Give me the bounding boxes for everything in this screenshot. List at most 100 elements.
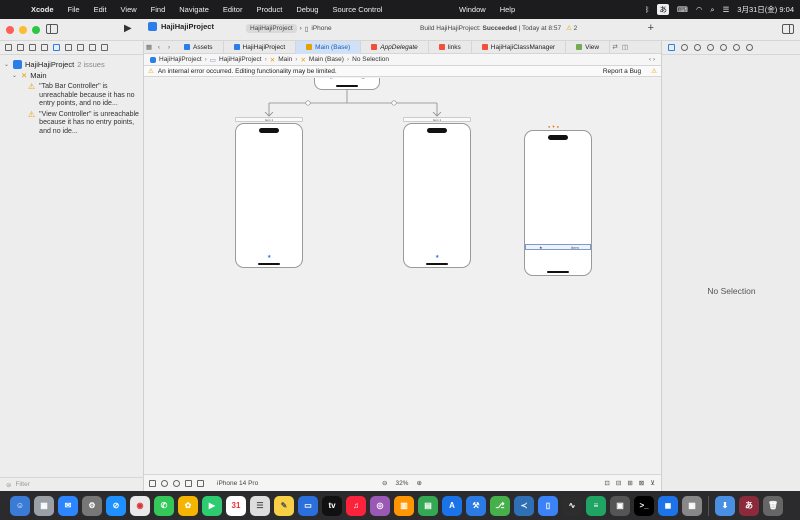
tab-links[interactable]: links [429,40,472,54]
tab-assets[interactable]: Assets [174,40,224,54]
identity-inspector-icon[interactable] [707,44,714,51]
jump-group[interactable]: HajiHajiProject [219,56,262,63]
warning-badge[interactable]: ⚠ 2 [566,24,577,32]
embed-in-icon[interactable]: ⊻ [650,479,655,487]
zoom-in-icon[interactable]: ⊕ [416,479,421,487]
document-stack-icon[interactable]: あ [739,495,759,516]
tab-overflow-icon[interactable]: ⇄ [610,43,620,51]
document-outline-icon[interactable] [149,479,156,487]
books-icon[interactable]: ▥ [394,495,414,516]
chevron-down-icon[interactable]: ⌄ [4,61,10,68]
find-icon[interactable] [41,44,48,51]
menu-find[interactable]: Find [144,5,173,14]
split-editor-icon[interactable]: ◫ [620,43,630,51]
scene-dock-icons[interactable]: ● ▼ ● [548,124,559,129]
keynote-icon[interactable]: ▭ [298,495,318,516]
sidebar-toggle-icon[interactable] [46,24,58,34]
sequel-icon[interactable]: ▣ [610,495,630,516]
downloads-stack-icon[interactable]: ⬇ [715,495,735,516]
apple-tv-icon[interactable]: tv [322,495,342,516]
dark-mode-icon[interactable] [173,479,180,487]
numbers-icon[interactable]: ▤ [418,495,438,516]
source-control-icon[interactable] [17,44,24,51]
forward-icon[interactable]: › [164,44,174,51]
grid-icon[interactable]: ▦ [144,43,154,51]
jump-localization[interactable]: Main (Base) [309,56,344,63]
finder-icon[interactable]: ☺ [10,495,30,516]
terminal-icon[interactable]: >_ [634,495,654,516]
menu-source-control[interactable]: Source Control [325,5,389,14]
folder-icon[interactable] [5,44,12,51]
add-button[interactable]: + [648,22,654,34]
view-controller-scene[interactable]: ★ [235,123,303,268]
history-inspector-icon[interactable] [681,44,688,51]
facetime-icon[interactable]: ▶ [202,495,222,516]
menu-file[interactable]: File [61,5,87,14]
wifi-icon[interactable]: ◠ [696,5,703,14]
launchpad-icon[interactable]: ▦ [34,495,54,516]
menu-window[interactable]: Window [452,5,493,14]
tab-bar-controller-scene[interactable]: ★ Item [524,130,592,276]
notes-icon[interactable]: ✎ [274,495,294,516]
jump-project[interactable]: HajiHajiProject [159,56,202,63]
simulator-icon[interactable]: ▯ [538,495,558,516]
issue-nav-arrows[interactable]: ‹ › [649,56,661,63]
jump-file[interactable]: Main [278,56,292,63]
align-icon[interactable]: ⊟ [616,479,621,487]
close-button[interactable] [6,26,14,34]
orientation-icon[interactable] [197,479,204,487]
tree-row-main[interactable]: ⌄ ✕ Main [0,70,143,81]
vscode-icon[interactable]: ≺ [514,495,534,516]
test-icon[interactable] [65,44,72,51]
scene-header[interactable]: Item 1 [403,117,471,122]
trash-icon[interactable]: 🗑 [763,495,783,516]
menu-navigate[interactable]: Navigate [172,5,216,14]
menu-view[interactable]: View [114,5,144,14]
contacts-icon[interactable]: ☰ [250,495,270,516]
calculator-icon[interactable]: ▦ [682,495,702,516]
view-controller-scene[interactable]: ★ [403,123,471,268]
menu-product[interactable]: Product [249,5,289,14]
tab-class-manager[interactable]: HajiHajiClassManager [472,40,567,54]
messages-icon[interactable]: ✆ [154,495,174,516]
report-bug-link[interactable]: Report a Bug [603,68,647,75]
tab-bar[interactable]: ★ Item [525,244,591,250]
breakpoint-icon[interactable] [89,44,96,51]
inspector-toggle-icon[interactable] [782,24,794,34]
clock[interactable]: 3月31日(金) 9:04 [737,4,794,15]
add-constraints-icon[interactable]: ⊞ [627,479,632,487]
storyboard-canvas[interactable]: ★ ✱ Item 1 ★ Item 1 ★ ● ▼ ● ★ Item [144,78,661,473]
chrome-icon[interactable]: ◉ [130,495,150,516]
tab-project[interactable]: HajiHajiProject [224,40,297,54]
quick-help-icon[interactable] [694,44,701,51]
photos-icon[interactable]: ✿ [178,495,198,516]
zoom-icon[interactable]: ◼ [658,495,678,516]
zoom-out-icon[interactable]: ⊖ [382,479,387,487]
traits-icon[interactable] [185,479,192,487]
attributes-inspector-icon[interactable] [720,44,727,51]
line-icon[interactable]: ≡ [586,495,606,516]
input-source-icon[interactable]: あ [657,4,669,15]
podcasts-icon[interactable]: ◎ [370,495,390,516]
run-button[interactable]: ▶ [124,23,132,34]
control-center-icon[interactable]: ☰ [723,5,730,14]
update-frames-icon[interactable]: ⊡ [604,479,609,487]
tree-row-project[interactable]: ⌄ HajiHajiProject 2 issues [0,59,143,70]
filter-input[interactable]: Filter [15,481,29,488]
jump-selection[interactable]: No Selection [352,56,389,63]
xcode-icon[interactable]: ⚒ [466,495,486,516]
zoom-level[interactable]: 32% [395,480,408,487]
debug-icon[interactable] [77,44,84,51]
size-inspector-icon[interactable] [733,44,740,51]
keyboard-icon[interactable]: ⌨ [677,5,688,14]
tab-view[interactable]: View [566,40,611,54]
menu-editor[interactable]: Editor [216,5,250,14]
scheme-name[interactable]: HajiHajiProject [246,24,297,33]
scene-header[interactable]: Item 1 [235,117,303,122]
menu-edit[interactable]: Edit [87,5,114,14]
symbol-icon[interactable] [29,44,36,51]
activity-monitor-icon[interactable]: ∿ [562,495,582,516]
app-store-icon[interactable]: A [442,495,462,516]
issue-navigator-icon[interactable] [53,44,60,51]
destination-name[interactable]: iPhone [311,25,331,32]
